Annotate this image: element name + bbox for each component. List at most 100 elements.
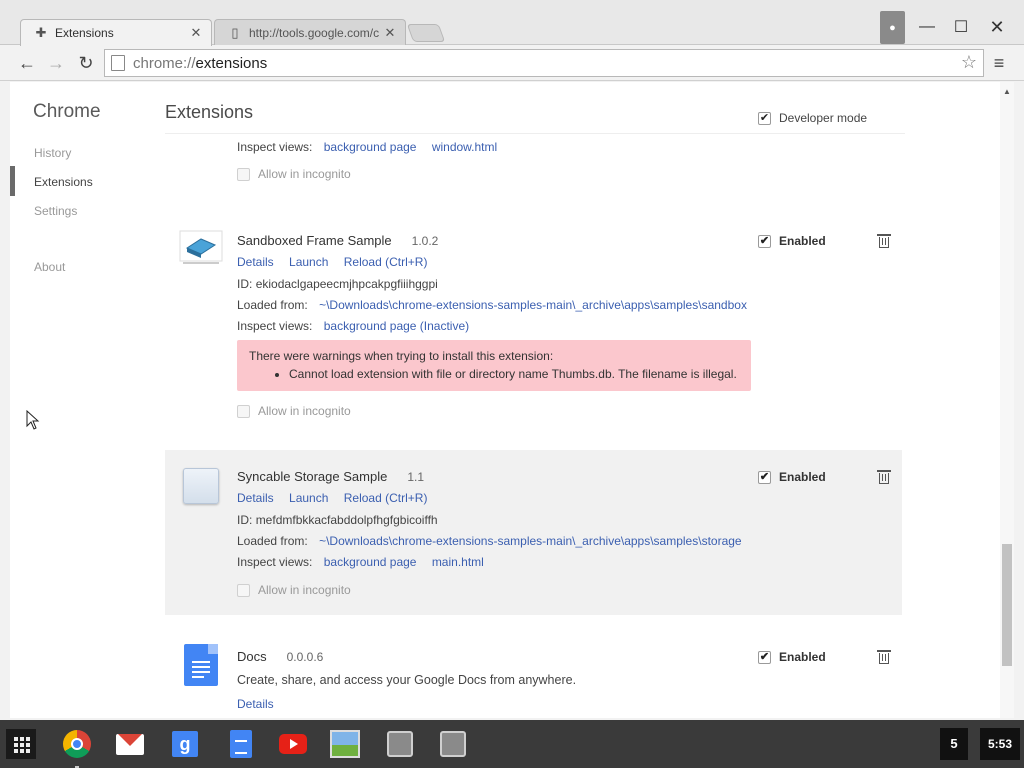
enabled-checkbox[interactable]: ✔ <box>758 650 771 664</box>
sidebar-item-history[interactable]: History <box>34 146 71 160</box>
page-icon: ▯ <box>231 25 239 40</box>
extension-id: ekiodaclgapeecmjhpcakpgfiiihggpi <box>255 277 438 291</box>
sidebar: Chrome History Extensions Settings About <box>10 82 160 718</box>
developer-mode-checkbox[interactable]: ✔ <box>758 111 771 125</box>
inspect-link-background-page[interactable]: background page <box>324 140 417 154</box>
close-tab-icon[interactable]: ✕ <box>383 26 397 40</box>
loaded-from-path[interactable]: ~\Downloads\chrome-extensions-samples-ma… <box>319 298 747 312</box>
allow-incognito-checkbox[interactable] <box>237 167 250 181</box>
page-icon <box>111 55 125 71</box>
inspect-views-row: Inspect views: background page window.ht… <box>237 140 509 154</box>
page-title: Extensions <box>165 102 254 122</box>
inspect-link-window-html[interactable]: window.html <box>432 140 497 154</box>
youtube-icon[interactable] <box>278 728 308 760</box>
inspect-link-background-page[interactable]: background page <box>324 555 417 569</box>
allow-incognito-row[interactable]: Allow in incognito <box>237 167 351 181</box>
extension-item-docs: Docs 0.0.0.6 Create, share, and access yo… <box>165 632 902 718</box>
extension-id-row: ID: ekiodaclgapeecmjhpcakpgfiiihggpi <box>237 277 438 291</box>
vertical-scrollbar[interactable]: ▲ <box>1000 82 1014 718</box>
address-bar[interactable]: chrome://extensions ☆ <box>104 49 984 77</box>
loaded-from-path[interactable]: ~\Downloads\chrome-extensions-samples-ma… <box>319 534 742 548</box>
warning-item: Cannot load extension with file or direc… <box>289 367 739 381</box>
inspect-link-background-page[interactable]: background page (Inactive) <box>324 319 469 333</box>
enabled-label: Enabled <box>779 234 826 248</box>
reload-icon[interactable]: ↻ <box>74 51 98 75</box>
extension-title: Sandboxed Frame Sample <box>237 233 392 248</box>
forward-arrow-icon[interactable]: → <box>44 51 68 75</box>
extension-actions: Details Launch Reload (Ctrl+R) <box>237 491 439 505</box>
developer-mode-label: Developer mode <box>779 111 868 125</box>
new-tab-button[interactable] <box>406 24 446 42</box>
extension-actions: Details <box>237 697 286 711</box>
trash-icon[interactable] <box>877 650 891 664</box>
browser-window: ✚ Extensions ✕ ▯ http://tools.google.com… <box>0 0 1024 720</box>
scrollbar-thumb[interactable] <box>1002 544 1012 666</box>
minimize-button[interactable]: — <box>910 11 944 43</box>
enabled-checkbox[interactable]: ✔ <box>758 470 771 484</box>
extension-name: Docs 0.0.0.6 <box>237 649 323 664</box>
enabled-checkbox[interactable]: ✔ <box>758 234 771 248</box>
details-link[interactable]: Details <box>237 697 274 711</box>
notification-count-badge[interactable]: 5 <box>940 728 968 760</box>
allow-incognito-row[interactable]: Allow in incognito <box>237 583 351 597</box>
url-host: extensions <box>195 54 268 72</box>
allow-incognito-row[interactable]: Allow in incognito <box>237 404 351 418</box>
header-divider <box>165 133 905 134</box>
puzzle-icon: ✚ <box>35 25 47 40</box>
enabled-toggle[interactable]: ✔ Enabled <box>758 470 826 484</box>
sidebar-item-settings[interactable]: Settings <box>34 204 77 218</box>
app-launcher-icon[interactable] <box>6 729 36 759</box>
maximize-button[interactable]: ☐ <box>944 11 978 43</box>
allow-incognito-checkbox[interactable] <box>237 404 250 418</box>
mouse-cursor-icon <box>26 410 40 430</box>
enabled-toggle[interactable]: ✔ Enabled <box>758 650 826 664</box>
sidebar-item-extensions[interactable]: Extensions <box>34 175 93 189</box>
reload-link[interactable]: Reload (Ctrl+R) <box>344 255 428 269</box>
bookmark-star-icon[interactable]: ☆ <box>961 52 977 73</box>
page-content: Chrome History Extensions Settings About… <box>10 82 1014 718</box>
chrome-icon[interactable] <box>62 728 92 760</box>
inspect-views-label: Inspect views: <box>237 319 313 333</box>
inspect-views-row: Inspect views: background page (Inactive… <box>237 319 481 333</box>
close-window-button[interactable]: ✕ <box>980 11 1014 43</box>
tab-title: Extensions <box>55 26 114 40</box>
gmail-icon[interactable] <box>115 728 145 760</box>
sidebar-item-about[interactable]: About <box>34 260 65 274</box>
details-link[interactable]: Details <box>237 255 274 269</box>
trash-icon[interactable] <box>877 234 891 248</box>
extension-app-icon[interactable] <box>438 728 468 760</box>
extension-version: 1.1 <box>407 470 424 484</box>
developer-mode-toggle[interactable]: ✔ Developer mode <box>758 111 867 125</box>
loaded-from-row: Loaded from: ~\Downloads\chrome-extensio… <box>237 534 754 548</box>
scroll-up-arrow-icon[interactable]: ▲ <box>1003 87 1011 96</box>
shelf: g 5 5:53 <box>0 720 1024 768</box>
enabled-label: Enabled <box>779 650 826 664</box>
tab-extensions[interactable]: ✚ Extensions ✕ <box>20 19 212 46</box>
allow-incognito-checkbox[interactable] <box>237 583 250 597</box>
menu-icon[interactable]: ≡ <box>988 51 1010 75</box>
details-link[interactable]: Details <box>237 491 274 505</box>
docs-icon[interactable] <box>226 728 256 760</box>
enabled-toggle[interactable]: ✔ Enabled <box>758 234 826 248</box>
sidebar-brand: Chrome <box>33 101 101 122</box>
launch-link[interactable]: Launch <box>289 255 328 269</box>
reload-link[interactable]: Reload (Ctrl+R) <box>344 491 428 505</box>
google-search-icon[interactable]: g <box>170 728 200 760</box>
loaded-from-label: Loaded from: <box>237 298 308 312</box>
sandboxed-frame-icon <box>179 230 223 264</box>
photos-icon[interactable] <box>330 728 360 760</box>
trash-icon[interactable] <box>877 470 891 484</box>
extension-item-sandboxed-frame: Sandboxed Frame Sample 1.0.2 Details Laun… <box>165 220 902 432</box>
back-arrow-icon[interactable]: ← <box>15 51 39 75</box>
launch-link[interactable]: Launch <box>289 491 328 505</box>
id-label: ID: <box>237 277 253 291</box>
inspect-views-label: Inspect views: <box>237 140 313 154</box>
inspect-views-row: Inspect views: background page main.html <box>237 555 496 569</box>
close-tab-icon[interactable]: ✕ <box>189 26 203 40</box>
inspect-link-main-html[interactable]: main.html <box>432 555 484 569</box>
profile-icon[interactable]: ● <box>880 11 905 44</box>
extension-app-icon[interactable] <box>385 728 415 760</box>
id-label: ID: <box>237 513 253 527</box>
system-clock[interactable]: 5:53 <box>980 728 1020 760</box>
tab-tools-google[interactable]: ▯ http://tools.google.com/c ✕ <box>214 19 406 46</box>
